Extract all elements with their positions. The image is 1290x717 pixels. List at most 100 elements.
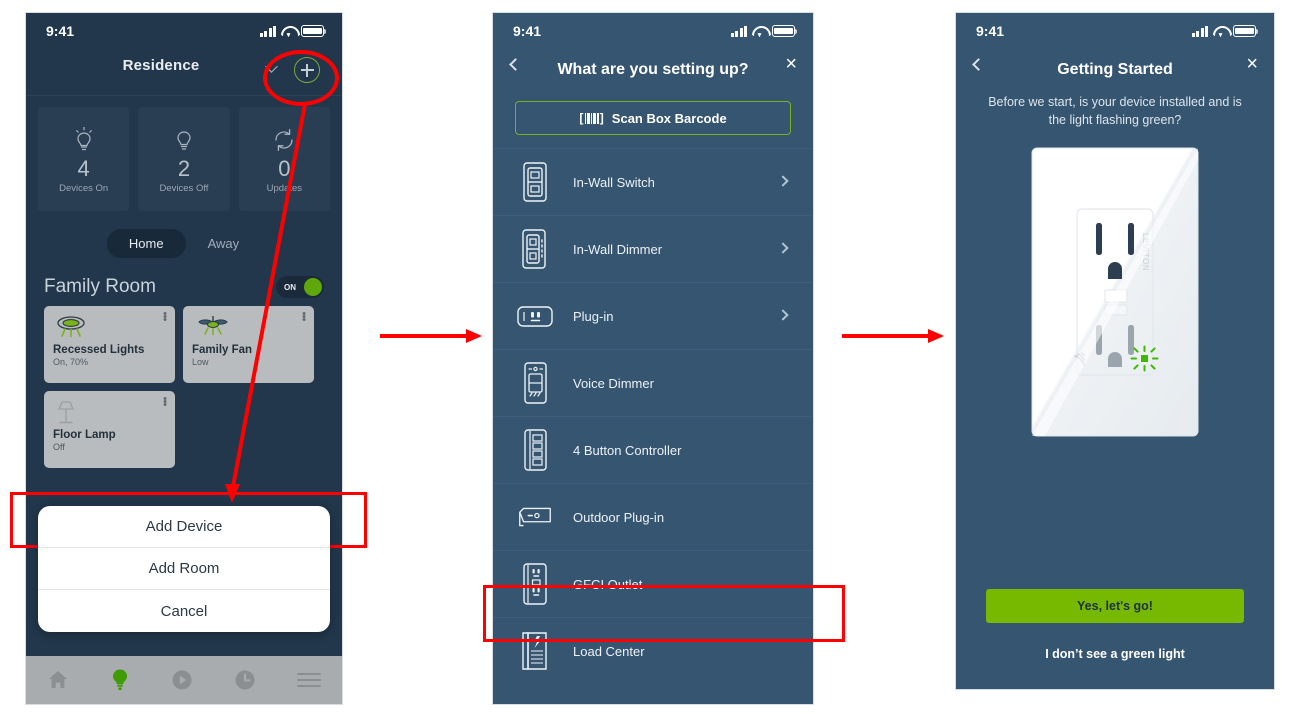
status-time: 9:41 (976, 23, 1005, 39)
nav-bar: Getting Started × (956, 49, 1274, 91)
list-item-label: Plug-in (573, 308, 614, 324)
device-state: On, 70% (53, 357, 89, 367)
recessed-light-icon (53, 314, 166, 340)
load-center-icon (515, 629, 555, 673)
tab-lights[interactable] (110, 668, 130, 692)
list-item-4-button-controller[interactable]: 4 Button Controller (493, 416, 813, 483)
page-title: What are you setting up? (557, 61, 749, 78)
stat-devices-on[interactable]: 4 Devices On (38, 107, 130, 211)
segment-away[interactable]: Away (186, 229, 262, 258)
list-item-label: GFCI Outlet (573, 576, 643, 592)
screenshot-stage: 9:41 Residence 4 Devices On 2 Devices Of… (0, 0, 1290, 717)
wifi-icon (752, 26, 767, 37)
tab-home[interactable] (47, 669, 69, 691)
scan-button-label: Scan Box Barcode (611, 110, 727, 126)
stat-label: Updates (266, 182, 303, 194)
device-name: Recessed Lights (53, 344, 145, 356)
battery-icon (772, 25, 798, 37)
stat-value: 4 (77, 155, 90, 181)
illustration-wrap: LEVITON (956, 147, 1274, 437)
overflow-menu-icon[interactable]: • • • (302, 309, 306, 326)
device-card-grid: • • • Recessed Lights On, 70% • • • Fami… (26, 306, 342, 468)
wifi-icon (1213, 26, 1228, 37)
chevron-right-icon (777, 175, 789, 187)
plug-in-icon (515, 302, 555, 330)
in-wall-dimmer-icon (515, 228, 555, 270)
annotation-flow-arrow-1 (380, 329, 482, 343)
chevron-left-icon[interactable] (972, 58, 985, 71)
list-item-voice-dimmer[interactable]: Voice Dimmer (493, 349, 813, 416)
phone-screen-getting-started: 9:41 Getting Started × Before we start, … (955, 12, 1275, 690)
room-header: Family Room ON (26, 266, 342, 306)
flashing-green-light-icon (1130, 345, 1159, 372)
tab-menu[interactable] (297, 671, 322, 689)
device-state: Low (192, 357, 209, 367)
overflow-menu-icon[interactable]: • • • (163, 394, 167, 411)
status-bar: 9:41 (26, 13, 342, 49)
chevron-right-icon (777, 309, 789, 321)
status-bar: 9:41 (493, 13, 813, 49)
stats-row: 4 Devices On 2 Devices Off 0 Updates (26, 96, 342, 211)
no-green-light-link[interactable]: I don’t see a green light (956, 647, 1274, 661)
list-item-gfci-outlet[interactable]: GFCI Outlet (493, 550, 813, 617)
list-item-label: Load Center (573, 643, 645, 659)
ceiling-fan-icon (192, 314, 305, 340)
stat-updates[interactable]: 0 Updates (238, 107, 330, 211)
device-card[interactable]: • • • Recessed Lights On, 70% (44, 306, 175, 383)
floor-lamp-icon (53, 399, 166, 425)
chevron-right-icon (777, 242, 789, 254)
device-card[interactable]: • • • Family Fan Low (183, 306, 314, 383)
list-item-in-wall-switch[interactable]: In-Wall Switch (493, 148, 813, 215)
room-name: Family Room (44, 276, 156, 297)
stat-value: 2 (177, 155, 191, 181)
status-time: 9:41 (513, 23, 542, 39)
stat-label: Devices On (59, 182, 109, 194)
action-sheet: Add Device Add Room Cancel (38, 506, 330, 632)
instruction-text: Before we start, is your device installe… (988, 95, 1242, 127)
mode-segmented-control: Home Away (26, 229, 342, 258)
close-icon[interactable]: × (1246, 53, 1258, 76)
status-time: 9:41 (46, 23, 75, 39)
action-add-room[interactable]: Add Room (38, 548, 330, 590)
status-bar: 9:41 (956, 13, 1274, 49)
home-header: Residence (26, 49, 342, 95)
room-toggle[interactable]: ON (276, 276, 324, 298)
tab-scenes[interactable] (171, 669, 193, 691)
room-toggle-label: ON (284, 282, 296, 292)
outdoor-plug-in-icon (515, 503, 555, 531)
list-item-label: Outdoor Plug-in (573, 509, 665, 525)
scan-box-barcode-button[interactable]: [] Scan Box Barcode (515, 101, 791, 135)
tab-schedules[interactable] (234, 669, 256, 691)
stat-label: Devices Off (159, 182, 209, 194)
gfci-outlet-icon (515, 562, 555, 606)
list-item-outdoor-plug-in[interactable]: Outdoor Plug-in (493, 483, 813, 550)
overflow-menu-icon[interactable]: • • • (163, 309, 167, 326)
bottom-tab-bar (26, 656, 342, 704)
chevron-left-icon[interactable] (509, 58, 522, 71)
four-button-controller-icon (515, 428, 555, 472)
device-name: Family Fan (192, 344, 253, 356)
segment-home[interactable]: Home (106, 229, 186, 258)
list-item-plug-in[interactable]: Plug-in (493, 282, 813, 349)
yes-lets-go-button[interactable]: Yes, let's go! (986, 589, 1244, 623)
list-item-label: Voice Dimmer (573, 375, 654, 391)
toggle-knob (304, 278, 322, 296)
in-wall-switch-icon (515, 161, 555, 203)
device-name: Floor Lamp (53, 429, 116, 441)
battery-icon (301, 25, 327, 37)
list-item-in-wall-dimmer[interactable]: In-Wall Dimmer (493, 215, 813, 282)
list-item-label: In-Wall Dimmer (573, 241, 663, 257)
page-title: Getting Started (1057, 61, 1173, 78)
refresh-icon (271, 125, 297, 155)
close-icon[interactable]: × (785, 53, 797, 76)
phone-screen-home: 9:41 Residence 4 Devices On 2 Devices Of… (25, 12, 343, 705)
action-add-device[interactable]: Add Device (38, 506, 330, 548)
list-item-load-center[interactable]: Load Center (493, 617, 813, 684)
add-button[interactable] (294, 57, 320, 83)
list-item-label: 4 Button Controller (573, 442, 682, 458)
stat-devices-off[interactable]: 2 Devices Off (138, 107, 230, 211)
device-state: Off (53, 442, 65, 452)
annotation-flow-arrow-2 (842, 329, 944, 343)
action-cancel[interactable]: Cancel (38, 590, 330, 632)
device-card[interactable]: • • • Floor Lamp Off (44, 391, 175, 468)
